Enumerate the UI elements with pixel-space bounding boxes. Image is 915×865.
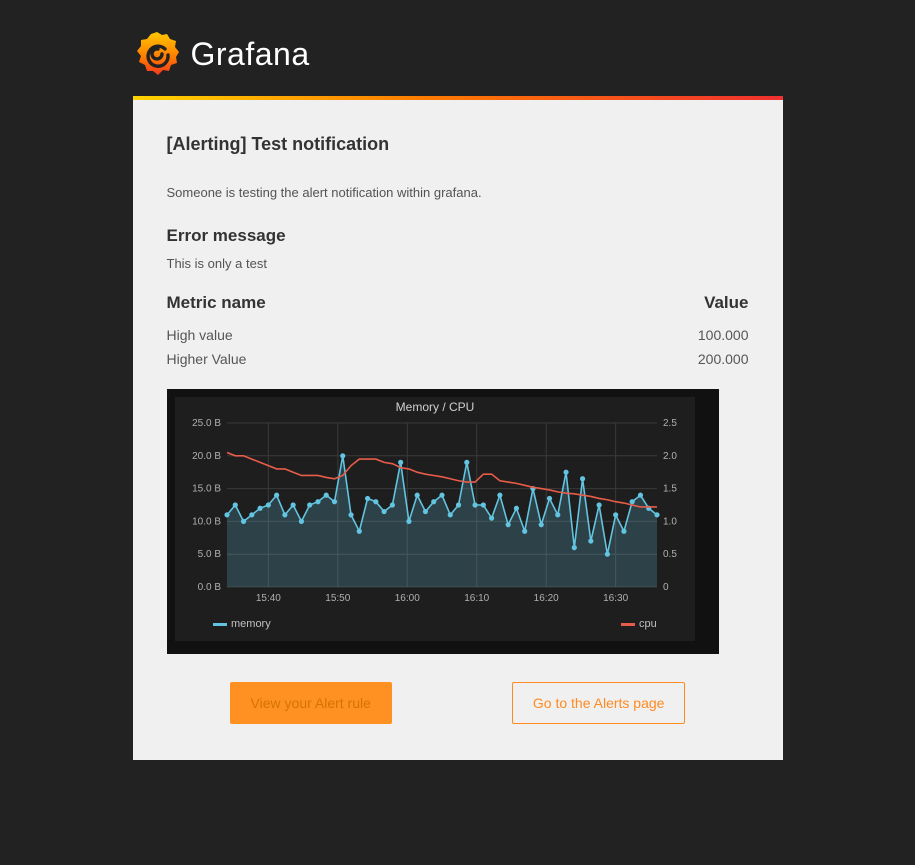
- go-to-alerts-page-button[interactable]: Go to the Alerts page: [512, 682, 686, 724]
- grafana-logo-icon: [133, 30, 181, 78]
- alert-description: Someone is testing the alert notificatio…: [167, 185, 749, 200]
- alert-title: [Alerting] Test notification: [167, 134, 749, 155]
- metrics-table: Metric name Value High value 100.000 Hig…: [167, 293, 749, 371]
- svg-text:10.0 B: 10.0 B: [192, 516, 221, 527]
- svg-text:25.0 B: 25.0 B: [192, 418, 221, 429]
- memory-cpu-chart: Memory / CPU 0.0 B 5.0 B 10.0 B 15.0 B 20.0 B…: [175, 397, 695, 641]
- svg-text:Memory / CPU: Memory / CPU: [395, 400, 474, 414]
- metric-name: High value: [167, 323, 552, 347]
- svg-text:16:20: 16:20: [533, 593, 558, 604]
- svg-text:16:30: 16:30: [603, 593, 628, 604]
- error-body: This is only a test: [167, 256, 749, 271]
- error-heading: Error message: [167, 226, 749, 246]
- alert-card: [Alerting] Test notification Someone is …: [133, 96, 783, 760]
- table-row: Higher Value 200.000: [167, 347, 749, 371]
- metric-value: 200.000: [552, 347, 749, 371]
- svg-text:5.0 B: 5.0 B: [197, 549, 221, 560]
- svg-text:16:00: 16:00: [394, 593, 419, 604]
- metric-name: Higher Value: [167, 347, 552, 371]
- svg-text:2.0: 2.0: [663, 451, 677, 462]
- svg-text:15:50: 15:50: [325, 593, 350, 604]
- svg-text:0.0 B: 0.0 B: [197, 582, 221, 593]
- alert-email: Grafana [Alerting] Test notification Som…: [0, 0, 915, 865]
- svg-text:1.0: 1.0: [663, 516, 677, 527]
- svg-text:16:10: 16:10: [464, 593, 489, 604]
- svg-text:0: 0: [663, 582, 669, 593]
- view-alert-rule-button[interactable]: View your Alert rule: [230, 682, 392, 724]
- svg-text:1.5: 1.5: [663, 484, 677, 495]
- brand-name: Grafana: [191, 36, 310, 73]
- button-row: View your Alert rule Go to the Alerts pa…: [167, 682, 749, 724]
- metrics-header-value: Value: [552, 293, 749, 323]
- svg-text:15:40: 15:40: [255, 593, 280, 604]
- brand-header: Grafana: [133, 30, 783, 78]
- svg-text:memory: memory: [231, 618, 271, 630]
- svg-text:cpu: cpu: [639, 618, 657, 630]
- svg-text:2.5: 2.5: [663, 418, 677, 429]
- chart-panel: Memory / CPU 0.0 B 5.0 B 10.0 B 15.0 B 20.0 B…: [167, 389, 719, 654]
- table-row: High value 100.000: [167, 323, 749, 347]
- svg-text:0.5: 0.5: [663, 549, 677, 560]
- metrics-header-name: Metric name: [167, 293, 552, 323]
- svg-text:20.0 B: 20.0 B: [192, 451, 221, 462]
- metric-value: 100.000: [552, 323, 749, 347]
- svg-text:15.0 B: 15.0 B: [192, 484, 221, 495]
